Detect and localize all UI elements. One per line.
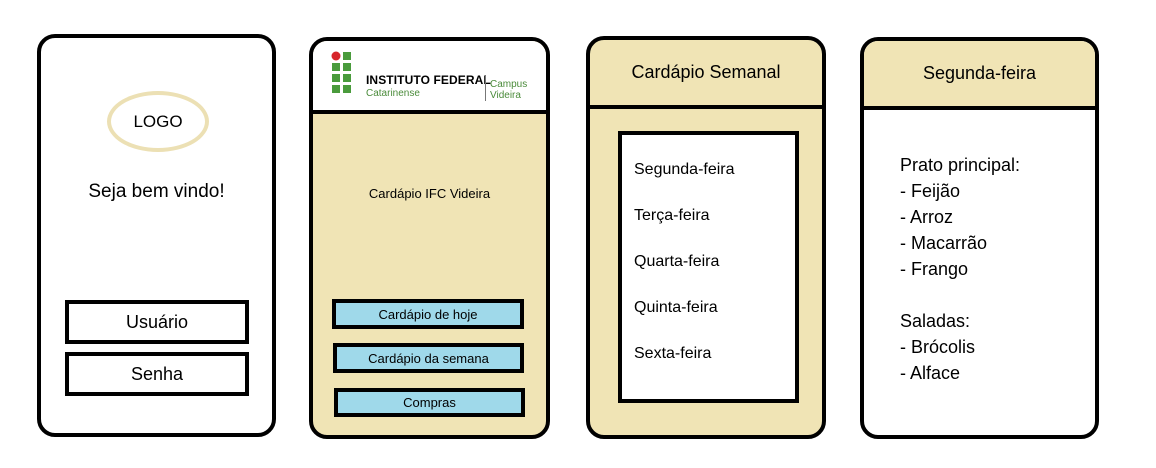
institute-logo-icon (331, 51, 351, 93)
campus-line-1: Campus (490, 79, 528, 90)
main-dish-heading: Prato principal: (900, 155, 1021, 175)
weekday-thursday[interactable]: Quinta-feira (634, 299, 718, 317)
weekday-friday[interactable]: Sexta-feira (634, 345, 711, 363)
salad-item: - Alface (900, 363, 961, 383)
salads-heading: Saladas: (900, 311, 971, 331)
institution-name: INSTITUTO FEDERAL (366, 73, 491, 87)
campus-line-2: Videira (490, 90, 521, 101)
weekly-menu-screen: Cardápio Semanal Segunda-feira Terça-fei… (586, 36, 826, 439)
campus-label: Campus Videira (490, 79, 527, 101)
logo-placeholder: LOGO (107, 91, 209, 152)
weekday-monday[interactable]: Segunda-feira (634, 161, 735, 179)
institution-subtitle: Catarinense (366, 88, 420, 99)
week-menu-button[interactable]: Cardápio da semana (333, 343, 524, 373)
purchases-button[interactable]: Compras (334, 388, 525, 417)
day-title: Segunda-feira (864, 41, 1095, 110)
main-dish-item: - Feijão (900, 181, 961, 201)
header-divider (485, 75, 486, 101)
password-field[interactable]: Senha (65, 352, 249, 396)
welcome-text: Seja bem vindo! (88, 181, 225, 202)
weekday-wednesday[interactable]: Quarta-feira (634, 253, 719, 271)
main-dish-item: - Macarrão (900, 233, 988, 253)
institution-header: INSTITUTO FEDERAL Catarinense Campus Vid… (313, 41, 546, 114)
app-title: Cardápio IFC Videira (368, 186, 491, 201)
main-dish-item: - Frango (900, 259, 969, 279)
weekday-list: Segunda-feira Terça-feira Quarta-feira Q… (618, 131, 799, 403)
home-screen: INSTITUTO FEDERAL Catarinense Campus Vid… (309, 37, 550, 439)
today-menu-button[interactable]: Cardápio de hoje (332, 299, 524, 329)
main-dish-item: - Arroz (900, 207, 954, 227)
day-detail-screen: Segunda-feira Prato principal: - Feijão … (860, 37, 1099, 439)
login-screen: LOGO Seja bem vindo! Usuário Senha (37, 34, 276, 437)
salad-item: - Brócolis (900, 337, 976, 357)
weekday-tuesday[interactable]: Terça-feira (634, 207, 710, 225)
username-field[interactable]: Usuário (65, 300, 249, 344)
weekly-menu-title: Cardápio Semanal (590, 40, 822, 109)
